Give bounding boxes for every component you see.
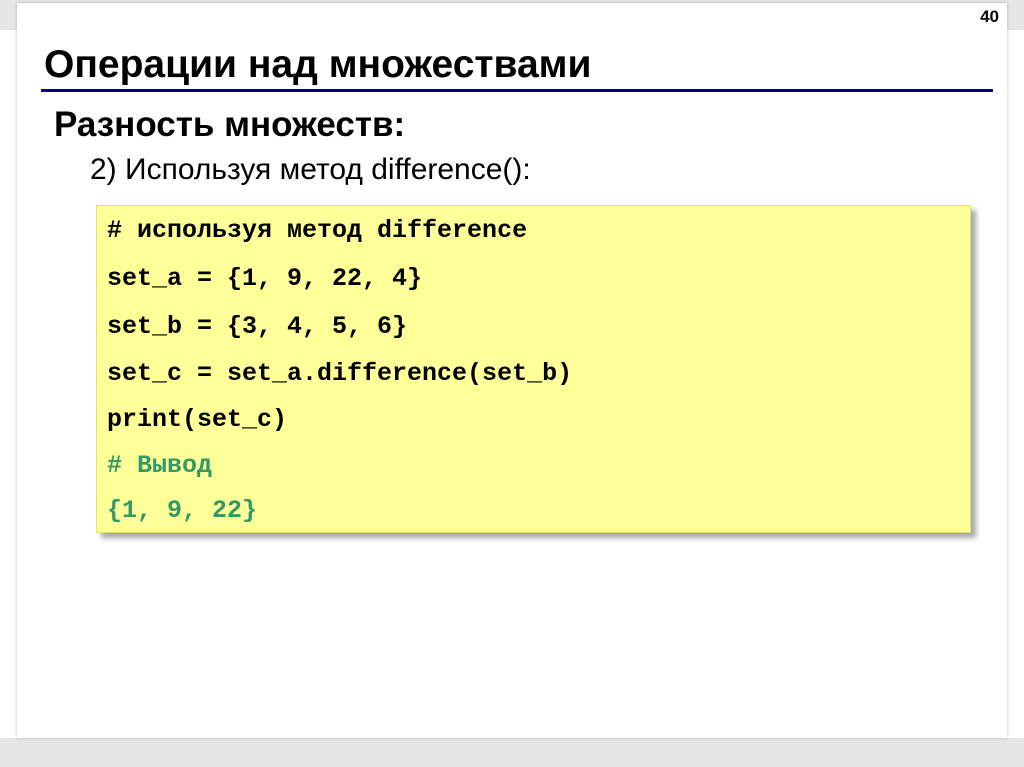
viewer-bottom-band bbox=[0, 738, 1024, 767]
slide-title: Операции над множествами bbox=[44, 43, 592, 86]
code-line-print: print(set_c) bbox=[107, 405, 288, 434]
list-item-method: 2) Используя метод difference(): bbox=[90, 153, 531, 186]
code-output: {1, 9, 22} bbox=[107, 496, 258, 525]
code-block: # используя метод difference set_a = {1,… bbox=[96, 205, 971, 533]
code-comment: # используя метод difference bbox=[107, 216, 528, 245]
code-line-set-b: set_b = {3, 4, 5, 6} bbox=[107, 312, 408, 341]
presentation-viewer: 40 Операции над множествами Разность мно… bbox=[0, 0, 1024, 767]
code-output-comment: # Вывод bbox=[107, 451, 213, 480]
code-line-set-c: set_c = set_a.difference(set_b) bbox=[107, 359, 573, 388]
title-underline bbox=[41, 89, 993, 92]
code-line-set-a: set_a = {1, 9, 22, 4} bbox=[107, 264, 423, 293]
slide-number: 40 bbox=[980, 7, 999, 26]
slide: 40 Операции над множествами Разность мно… bbox=[17, 3, 1007, 738]
section-heading: Разность множеств: bbox=[54, 105, 406, 144]
